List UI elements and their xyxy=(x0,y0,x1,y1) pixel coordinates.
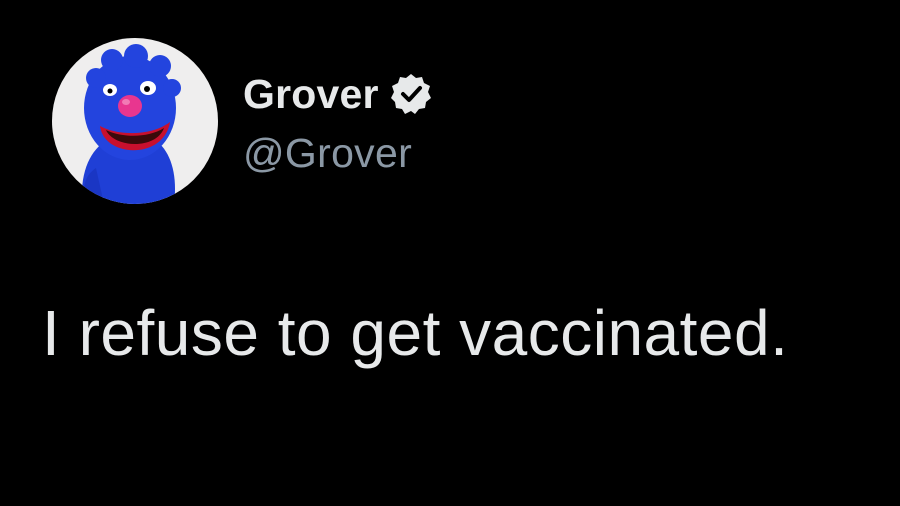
grover-avatar-icon xyxy=(81,44,181,204)
author-name-row: Grover xyxy=(243,70,433,118)
tweet-text: I refuse to get vaccinated. xyxy=(42,297,789,369)
tweet-card: Grover @Grover I refuse to get vaccinate… xyxy=(0,0,900,506)
user-handle[interactable]: @Grover xyxy=(243,130,412,177)
verified-badge-icon xyxy=(389,72,433,116)
avatar[interactable] xyxy=(52,38,218,204)
display-name[interactable]: Grover xyxy=(243,71,379,118)
